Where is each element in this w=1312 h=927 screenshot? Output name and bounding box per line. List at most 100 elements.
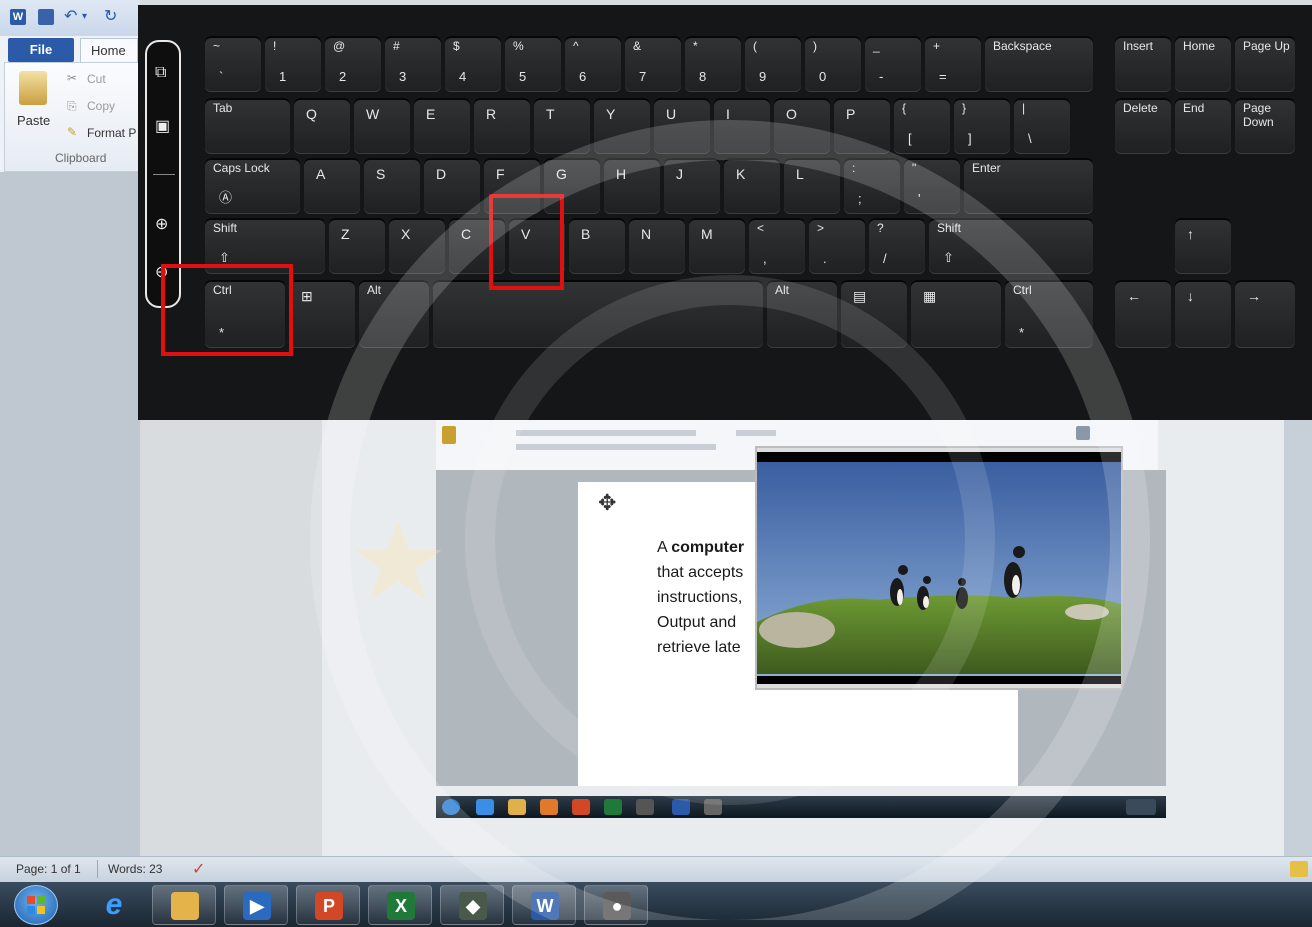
key-x[interactable]: X — [389, 218, 445, 274]
taskbar-media-player[interactable]: ▶ — [224, 885, 288, 925]
key-8[interactable]: * 8 — [685, 36, 741, 92]
key-end[interactable]: End — [1175, 98, 1231, 154]
key-5[interactable]: % 5 — [505, 36, 561, 92]
taskbar-word[interactable]: W — [512, 885, 576, 925]
key-y[interactable]: Y — [594, 98, 650, 154]
key-arrow-right[interactable]: → — [1235, 280, 1295, 348]
key-2[interactable]: @2 — [325, 36, 381, 92]
key-app[interactable]: ▦ — [911, 280, 1001, 348]
key-home[interactable]: Home — [1175, 36, 1231, 92]
key-z[interactable]: Z — [329, 218, 385, 274]
key-enter[interactable]: Enter — [964, 158, 1093, 214]
taskbar-recorder[interactable]: ● — [584, 885, 648, 925]
key-6[interactable]: ^ 6 — [565, 36, 621, 92]
document-line[interactable]: A computer — [657, 539, 744, 557]
key-9-bottom-label: 9 — [759, 69, 767, 84]
key-7[interactable]: & 7 — [625, 36, 681, 92]
key-arrow-up[interactable]: ↑ — [1175, 218, 1231, 274]
key-insert[interactable]: Insert — [1115, 36, 1171, 92]
key-shift-right[interactable]: Shift ⇧ — [929, 218, 1093, 274]
taskbar-powerpoint[interactable]: P — [296, 885, 360, 925]
key-9[interactable]: (9 — [745, 36, 801, 92]
paste-button[interactable]: Paste — [17, 113, 50, 128]
undo-icon[interactable]: ↶ — [64, 9, 80, 25]
key-punct4-0[interactable]: <, — [749, 218, 805, 274]
home-tab[interactable]: Home — [80, 38, 138, 62]
window-icon[interactable]: ▣ — [155, 116, 170, 136]
cut-button[interactable]: Cut — [87, 72, 106, 86]
key-w[interactable]: W — [354, 98, 410, 154]
key-i[interactable]: I — [714, 98, 770, 154]
document-line[interactable]: Output and — [657, 614, 736, 632]
key-p[interactable]: P — [834, 98, 890, 154]
document-line[interactable]: retrieve late — [657, 639, 741, 657]
key-punct4-1[interactable]: >. — [809, 218, 865, 274]
proofing-icon[interactable]: ✓ — [192, 859, 205, 879]
key-n[interactable]: N — [629, 218, 685, 274]
key-4[interactable]: $4 — [445, 36, 501, 92]
taskbar-excel[interactable]: X — [368, 885, 432, 925]
key-s[interactable]: S — [364, 158, 420, 214]
key-10[interactable]: ) 0 — [805, 36, 861, 92]
key-h[interactable]: H — [604, 158, 660, 214]
key-b[interactable]: B — [569, 218, 625, 274]
key-12[interactable]: + = — [925, 36, 981, 92]
document-line[interactable]: instructions, — [657, 589, 742, 607]
key-bracket-0[interactable]: {[ — [894, 98, 950, 154]
save-icon[interactable] — [38, 9, 54, 25]
key-page-up[interactable]: Page Up — [1235, 36, 1295, 92]
key-t[interactable]: T — [534, 98, 590, 154]
taskbar-app[interactable]: ◆ — [440, 885, 504, 925]
key-page-down[interactable]: Page Down — [1235, 98, 1295, 154]
windows-logo-green — [37, 896, 45, 904]
key-q[interactable]: Q — [294, 98, 350, 154]
key-r[interactable]: R — [474, 98, 530, 154]
file-tab[interactable]: File — [8, 38, 74, 62]
key-tab[interactable]: Tab — [205, 98, 290, 154]
key-menu[interactable]: ▤ — [841, 280, 907, 348]
undo-dropdown-icon[interactable]: ▾ — [82, 9, 98, 25]
key-space[interactable] — [433, 280, 763, 348]
key-d[interactable]: D — [424, 158, 480, 214]
copy-button[interactable]: Copy — [87, 99, 115, 113]
taskbar-ie[interactable]: e — [86, 885, 144, 925]
key-bracket-1[interactable]: }] — [954, 98, 1010, 154]
key-punct4-2[interactable]: ? / — [869, 218, 925, 274]
copy-screen-icon[interactable]: ⧉ — [155, 64, 166, 82]
taskbar-explorer[interactable] — [152, 885, 216, 925]
redo-icon[interactable]: ↻ — [104, 9, 120, 25]
zoom-in-icon[interactable]: ⊕ — [155, 214, 168, 234]
key-0[interactable]: ~ ` — [205, 36, 261, 92]
key-ctrl-right[interactable]: Ctrl * — [1005, 280, 1093, 348]
start-button[interactable] — [14, 885, 58, 925]
key-o[interactable]: O — [774, 98, 830, 154]
key-1[interactable]: ! 1 — [265, 36, 321, 92]
key-alt-left[interactable]: Alt — [359, 280, 429, 348]
key-caps-lock[interactable]: Caps Lock Ⓐ — [205, 158, 300, 214]
key-punct3-1[interactable]: " ' — [904, 158, 960, 214]
key-l[interactable]: L — [784, 158, 840, 214]
page-count[interactable]: Page: 1 of 1 — [16, 862, 81, 876]
key-alt-right[interactable]: Alt — [767, 280, 837, 348]
key-e[interactable]: E — [414, 98, 470, 154]
key-windows[interactable]: ⊞ — [289, 280, 355, 348]
key-11[interactable]: _ - — [865, 36, 921, 92]
key-a[interactable]: A — [304, 158, 360, 214]
key-m[interactable]: M — [689, 218, 745, 274]
key-delete[interactable]: Delete — [1115, 98, 1171, 154]
word-count[interactable]: Words: 23 — [108, 862, 162, 876]
key-bracket-2[interactable]: | \ — [1014, 98, 1070, 154]
word-app-icon[interactable]: W — [10, 9, 26, 25]
key-3[interactable]: #3 — [385, 36, 441, 92]
key-u[interactable]: U — [654, 98, 710, 154]
format-painter-button[interactable]: Format P — [87, 126, 136, 140]
key-backspace[interactable]: Backspace — [985, 36, 1093, 92]
key-arrow-down[interactable]: ↓ — [1175, 280, 1231, 348]
document-line[interactable]: that accepts — [657, 564, 743, 582]
key-k[interactable]: K — [724, 158, 780, 214]
key-punct3-0[interactable]: :; — [844, 158, 900, 214]
key-arrow-left[interactable]: ← — [1115, 280, 1171, 348]
paste-icon[interactable] — [19, 71, 47, 105]
key-j[interactable]: J — [664, 158, 720, 214]
view-mode-icon[interactable] — [1290, 861, 1308, 877]
